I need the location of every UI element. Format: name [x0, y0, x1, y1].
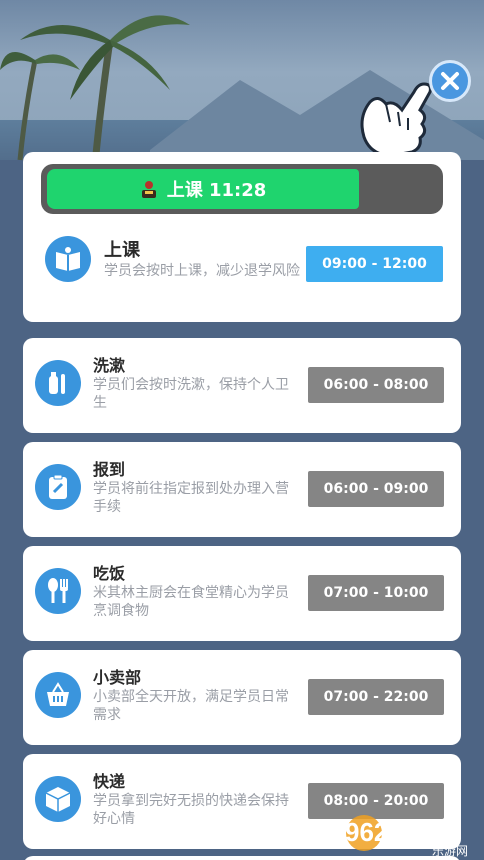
- pointing-hand-icon: [360, 82, 432, 158]
- spoon-fork-icon: [48, 578, 68, 603]
- task-description: 学员会按时上课，减少退学风险: [104, 263, 300, 279]
- task-icon: [35, 360, 81, 406]
- current-task-label: 上课 11:28: [166, 180, 267, 201]
- toiletries-icon: [49, 372, 65, 394]
- watermark-main-text: 962.NET: [345, 817, 448, 847]
- close-button[interactable]: [429, 60, 471, 102]
- package-icon: [45, 787, 71, 812]
- task-card-wash: 洗漱 学员们会按时洗漱，保持个人卫生 06:00 - 08:00: [23, 338, 461, 433]
- task-description: 米其林主厨会在食堂精心为学员烹调食物: [93, 585, 289, 619]
- task-card-checkin: 报到 学员将前往指定报到处办理入营手续 06:00 - 09:00: [23, 442, 461, 537]
- task-title: 洗漱: [93, 356, 126, 375]
- task-card-shop: 小卖部 小卖部全天开放，满足学员日常需求 07:00 - 22:00: [23, 650, 461, 745]
- task-title: 上课: [104, 240, 140, 261]
- progress-label: 上课 11:28: [41, 164, 364, 214]
- time-button-class[interactable]: 09:00 - 12:00: [306, 246, 443, 282]
- watermark-graphic: 962.NET 乐游网: [345, 815, 468, 858]
- watermark-logo: 962.NET 乐游网: [340, 808, 480, 858]
- close-icon: [441, 72, 459, 90]
- palm-tree-icon: [0, 15, 190, 166]
- task-description: 小卖部全天开放，满足学员日常需求: [93, 689, 289, 723]
- book-icon: [56, 247, 80, 271]
- task-title: 快递: [93, 772, 126, 791]
- teacher-icon: [141, 181, 156, 198]
- progress-bar: 上课 11:28: [41, 164, 443, 214]
- task-title: 报到: [93, 460, 126, 479]
- task-title: 吃饭: [93, 564, 126, 583]
- time-button-shop[interactable]: 07:00 - 22:00: [308, 679, 444, 715]
- task-description: 学员们会按时洗漱，保持个人卫生: [93, 377, 289, 411]
- task-card-meal: 吃饭 米其林主厨会在食堂精心为学员烹调食物 07:00 - 10:00: [23, 546, 461, 641]
- basket-icon: [47, 682, 69, 706]
- task-description: 学员拿到完好无损的快递会保持好心情: [93, 793, 289, 827]
- task-icon: [35, 672, 81, 718]
- task-description: 学员将前往指定报到处办理入营手续: [93, 481, 289, 515]
- clipboard-icon: [49, 474, 67, 499]
- task-title: 小卖部: [93, 668, 142, 687]
- task-icon: [45, 236, 91, 282]
- task-icon: [35, 464, 81, 510]
- current-task-card: 上课 11:28 上课 学员会按时上课，减少退学风险 09:00 - 12:00: [23, 152, 461, 322]
- time-button-checkin[interactable]: 06:00 - 09:00: [308, 471, 444, 507]
- task-icon: [35, 568, 81, 614]
- time-button-wash[interactable]: 06:00 - 08:00: [308, 367, 444, 403]
- time-button-meal[interactable]: 07:00 - 10:00: [308, 575, 444, 611]
- task-icon: [35, 776, 81, 822]
- watermark-sub-text: 乐游网: [432, 844, 468, 858]
